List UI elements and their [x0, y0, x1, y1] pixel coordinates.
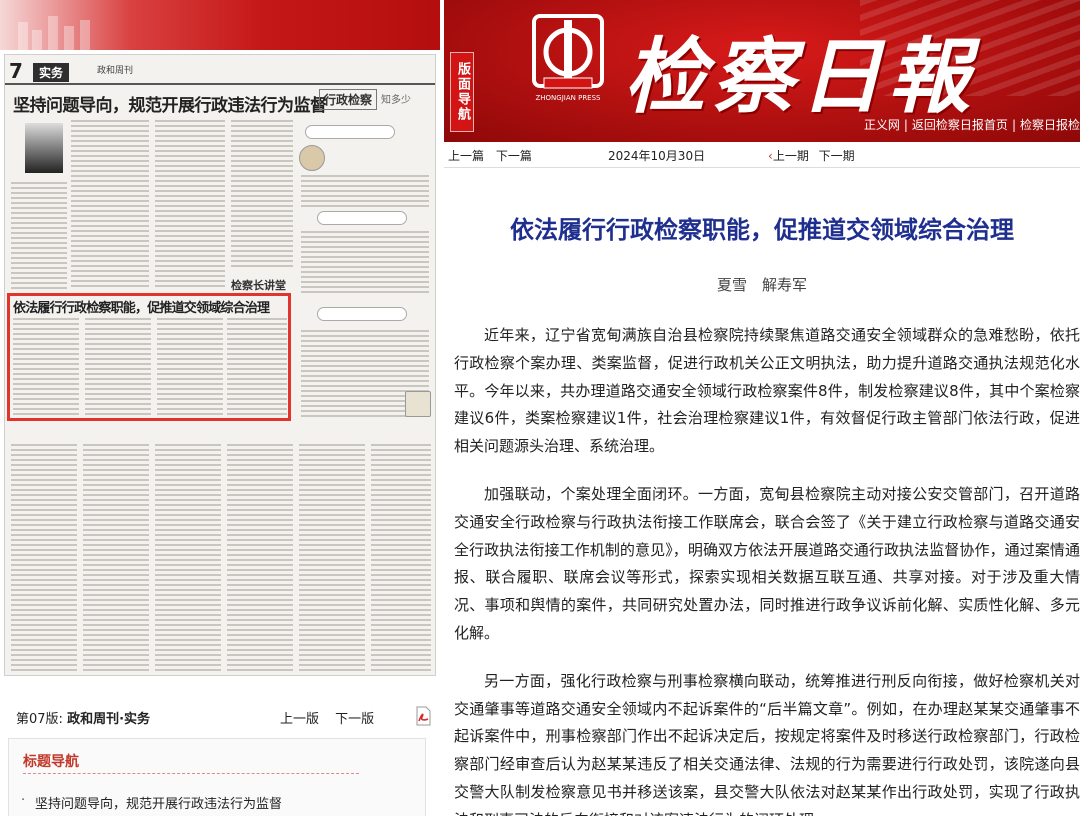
cartoon-icon [299, 145, 325, 171]
highlighted-article-title[interactable]: 依法履行行政检察职能，促推道交领域综合治理 [13, 297, 270, 316]
article-pager: 上一篇 下一篇 [448, 147, 540, 164]
thumbnail-text-block [11, 179, 67, 289]
prev-issue-link[interactable]: 上一期 [773, 149, 809, 163]
thumbnail-text-block [11, 441, 77, 671]
header-link-home[interactable]: 返回检察日报首页 [912, 118, 1008, 132]
article-paragraph: 加强联动，个案处理全面闭环。一方面，宽甸县检察院主动对接公安交管部门，召开道路交… [454, 484, 1080, 642]
title-nav-item[interactable]: 坚持问题导向，规范开展行政违法行为监督 [21, 793, 282, 812]
next-issue-link[interactable]: 下一期 [819, 149, 855, 163]
article-toolbar: 上一篇 下一篇 2024年10月30日 ‹上一期 下一期 [444, 142, 1080, 168]
thumbnail-text-block [371, 441, 431, 671]
thumbnail-paper-label: 政和周刊 [97, 66, 134, 76]
thumbnail-text-block [301, 231, 429, 293]
thumbnail-question-bubble [317, 211, 407, 225]
thumbnail-section-tag: 实务 [33, 63, 70, 82]
author-photo [25, 123, 63, 173]
header-link-zhengyi[interactable]: 正义网 [864, 118, 900, 132]
thumbnail-text-block [155, 441, 221, 671]
edition-info: 第07版: 政和周刊·实务 [16, 708, 150, 727]
thumbnail-text-block [227, 441, 293, 671]
next-article-link[interactable]: 下一篇 [496, 149, 532, 163]
thumbnail-sub-column: 检察长讲堂 [231, 279, 286, 292]
page: 7 实务 政和周刊 坚持问题导向，规范开展行政违法行为监督 行政检察 知多少 检… [0, 0, 1080, 816]
header-link-search[interactable]: 检察日报检 [1020, 118, 1080, 132]
thumbnail-text-block [301, 175, 429, 207]
article-paragraph: 另一方面，强化行政检察与刑事检察横向联动，统筹推进行刑反向衔接，做好检察机关对交… [454, 671, 1080, 816]
divider [23, 773, 359, 774]
thumbnail-text-block [155, 117, 225, 287]
divider: | [903, 118, 908, 132]
thumbnail-column-suffix: 知多少 [381, 95, 411, 106]
book-icon [405, 391, 431, 417]
issue-pager: ‹上一期 下一期 [768, 147, 861, 164]
edition-label: 第07版: [16, 712, 63, 727]
title-navigation-heading: 标题导航 [23, 754, 79, 770]
masthead: 版面导航 ZHONGJIAN PRESS 检察日報 正义网 | 返回检察日报首页 | 检… [444, 0, 1080, 142]
thumbnail-question-bubble [305, 125, 395, 139]
header-links: 正义网 | 返回检察日报首页 | 检察日报检 [864, 116, 1080, 133]
thumbnail-text-block [231, 117, 293, 267]
thumbnail-headline[interactable]: 坚持问题导向，规范开展行政违法行为监督 [13, 91, 327, 116]
prev-article-link[interactable]: 上一篇 [448, 149, 484, 163]
article-body: 近年来，辽宁省宽甸满族自治县检察院持续聚焦道路交通安全领域群众的急难愁盼，依托行… [454, 322, 1080, 816]
thumbnail-text-block [71, 117, 149, 287]
divider: | [1011, 118, 1016, 132]
article-paragraph: 近年来，辽宁省宽甸满族自治县检察院持续聚焦道路交通安全领域群众的急难愁盼，依托行… [454, 326, 1080, 456]
article-authors: 夏雪 解寿军 [716, 276, 807, 294]
next-page-link[interactable]: 下一版 [335, 712, 374, 727]
thumbnail-page-number: 7 [9, 59, 23, 83]
thumbnail-question-bubble [317, 307, 407, 321]
newspaper-page-thumbnail[interactable]: 7 实务 政和周刊 坚持问题导向，规范开展行政违法行为监督 行政检察 知多少 检… [4, 54, 436, 676]
pdf-icon[interactable] [414, 706, 432, 726]
thumbnail-text-block [83, 441, 149, 671]
thumbnail-text-block [299, 441, 365, 671]
edition-value: 政和周刊·实务 [67, 712, 151, 727]
prev-page-link[interactable]: 上一版 [280, 712, 319, 727]
page-nav-label[interactable]: 版面导航 [450, 52, 474, 132]
thumbnail-masthead: 7 实务 政和周刊 [5, 55, 435, 85]
issue-date: 2024年10月30日 [608, 149, 706, 163]
procuratorate-press-logo [532, 14, 604, 89]
title-navigation-box: 标题导航 坚持问题导向，规范开展行政违法行为监督 [8, 738, 426, 816]
page-pager: 上一版 下一版 [280, 708, 386, 727]
logo-caption: ZHONGJIAN PRESS [535, 94, 601, 102]
article-title: 依法履行行政检察职能，促推道交领域综合治理 [510, 216, 1014, 244]
decorative-banner [0, 0, 440, 50]
page-navigation-panel: 7 实务 政和周刊 坚持问题导向，规范开展行政违法行为监督 行政检察 知多少 检… [0, 0, 440, 816]
newspaper-title: 检察日報 [624, 29, 976, 125]
thumbnail-column-name: 行政检察 [319, 89, 378, 110]
